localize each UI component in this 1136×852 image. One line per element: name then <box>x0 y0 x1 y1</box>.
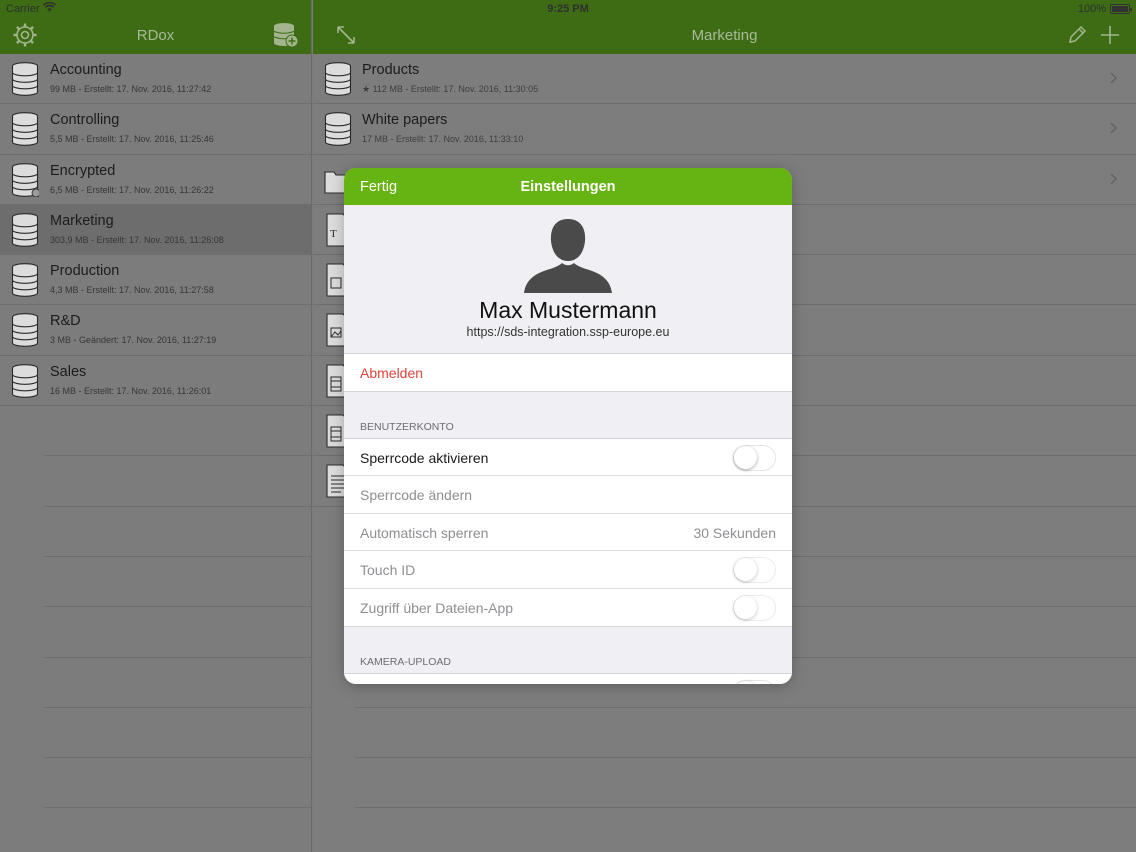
item-row-products[interactable]: Products ★ 112 MB - Erstellt: 17. Nov. 2… <box>313 54 1136 105</box>
touch-id-toggle[interactable] <box>733 557 776 584</box>
files-app-toggle[interactable] <box>733 594 776 621</box>
battery-percentage: 100% <box>1077 3 1106 15</box>
section-spacer <box>344 626 792 654</box>
room-name: Controlling <box>50 112 120 129</box>
passcode-change-row[interactable]: Sperrcode ändern <box>344 476 792 514</box>
server-url: https://sds-integration.ssp-europe.eu <box>466 325 670 339</box>
settings-navbar: Fertig Einstellungen <box>344 168 792 205</box>
database-icon <box>11 263 39 298</box>
database-icon <box>11 62 39 96</box>
database-icon <box>11 313 39 348</box>
room-meta: 5,5 MB - Erstellt: 17. Nov. 2016, 11:25:… <box>50 134 214 145</box>
database-icon <box>324 62 352 96</box>
auto-lock-row[interactable]: Automatisch sperren 30 Sekunden <box>344 513 792 552</box>
clock: 9:25 PM <box>547 3 589 15</box>
chevron-right-icon <box>1110 173 1117 185</box>
status-bar: Carrier 9:25 PM 100% <box>0 0 1136 18</box>
room-name: R&D <box>50 313 81 330</box>
svg-text:T: T <box>330 228 337 240</box>
room-meta: 3 MB - Geändert: 17. Nov. 2016, 11:27:19 <box>50 335 217 346</box>
encrypted-database-icon <box>11 162 39 197</box>
list-separator <box>44 708 311 759</box>
room-name: Production <box>50 263 120 280</box>
list-separator <box>44 758 311 809</box>
room-row-production[interactable]: Production 4,3 MB - Erstellt: 17. Nov. 2… <box>0 255 311 306</box>
room-row-marketing[interactable]: Marketing 303,9 MB - Erstellt: 17. Nov. … <box>0 204 311 256</box>
rooms-list: Accounting 99 MB - Erstellt: 17. Nov. 20… <box>0 54 311 809</box>
passcode-enable-row: Sperrcode aktivieren <box>344 438 792 477</box>
room-row-sales[interactable]: Sales 16 MB - Erstellt: 17. Nov. 2016, 1… <box>0 356 311 407</box>
passcode-change-label: Sperrcode ändern <box>360 487 473 504</box>
room-name: Encrypted <box>50 162 116 179</box>
user-name: Max Mustermann <box>479 297 657 323</box>
chevron-right-icon <box>1110 122 1117 134</box>
room-meta: 303,9 MB - Erstellt: 17. Nov. 2016, 11:2… <box>50 234 224 245</box>
touch-id-label: Touch ID <box>360 562 416 579</box>
room-meta: 99 MB - Erstellt: 17. Nov. 2016, 11:27:4… <box>50 84 212 94</box>
files-app-label: Zugriff über Dateien-App <box>360 599 514 616</box>
logout-label: Abmelden <box>360 365 424 381</box>
list-separator <box>44 557 311 608</box>
list-separator <box>44 406 311 457</box>
database-icon <box>11 213 39 247</box>
user-avatar-icon <box>524 219 612 293</box>
room-row-encrypted[interactable]: Encrypted 6,5 MB - Erstellt: 17. Nov. 20… <box>0 155 311 205</box>
list-separator <box>44 658 311 708</box>
list-separator <box>44 456 311 507</box>
account-section-title: BENUTZERKONTO <box>360 420 454 433</box>
chevron-right-icon <box>1110 72 1117 84</box>
files-app-row: Zugriff über Dateien-App <box>344 588 792 627</box>
room-row-accounting[interactable]: Accounting 99 MB - Erstellt: 17. Nov. 20… <box>0 54 311 105</box>
camera-upload-toggle[interactable] <box>733 679 776 684</box>
list-separator <box>44 507 311 557</box>
passcode-enable-toggle[interactable] <box>733 444 776 471</box>
list-separator <box>44 607 311 658</box>
account-section-header: BENUTZERKONTO <box>344 418 792 439</box>
touch-id-row: Touch ID <box>344 551 792 589</box>
database-icon <box>11 363 39 398</box>
auto-lock-value: 30 Sekunden <box>693 524 776 541</box>
settings-modal: Fertig Einstellungen Max Mustermann http… <box>344 168 792 684</box>
camera-section-title: KAMERA-UPLOAD <box>360 655 452 668</box>
room-meta: 4,3 MB - Erstellt: 17. Nov. 2016, 11:27:… <box>50 285 214 296</box>
room-row-controlling[interactable]: Controlling 5,5 MB - Erstellt: 17. Nov. … <box>0 104 311 155</box>
pencil-icon[interactable] <box>1066 24 1088 46</box>
battery-icon <box>1110 4 1132 14</box>
item-name: Products <box>362 62 420 78</box>
profile-header: Max Mustermann https://sds-integration.s… <box>344 205 792 354</box>
section-spacer <box>344 391 792 419</box>
room-meta: 16 MB - Erstellt: 17. Nov. 2016, 11:26:0… <box>50 385 212 396</box>
camera-upload-row <box>344 673 792 684</box>
list-separator <box>355 758 1136 809</box>
passcode-enable-label: Sperrcode aktivieren <box>360 449 489 466</box>
auto-lock-label: Automatisch sperren <box>360 524 489 541</box>
add-database-icon[interactable] <box>272 21 300 49</box>
plus-icon[interactable] <box>1099 24 1121 46</box>
database-icon <box>324 112 352 147</box>
item-row-white-papers[interactable]: White papers 17 MB - Erstellt: 17. Nov. … <box>313 104 1136 155</box>
room-name: Marketing <box>50 212 114 229</box>
camera-section-header: KAMERA-UPLOAD <box>344 653 792 674</box>
item-meta: ★ 112 MB - Erstellt: 17. Nov. 2016, 11:3… <box>362 84 539 94</box>
room-name: Sales <box>50 363 87 380</box>
room-name: Accounting <box>50 62 122 78</box>
item-name: White papers <box>362 112 448 129</box>
database-icon <box>11 112 39 147</box>
logout-button[interactable]: Abmelden <box>344 354 792 392</box>
content-title: Marketing <box>691 27 758 44</box>
room-row-rnd[interactable]: R&D 3 MB - Geändert: 17. Nov. 2016, 11:2… <box>0 305 311 356</box>
rooms-pane: RDox Accounting 99 MB - Erstellt: 17. No… <box>0 0 312 852</box>
list-separator <box>355 708 1136 759</box>
rooms-title: RDox <box>136 27 175 44</box>
room-meta: 6,5 MB - Erstellt: 17. Nov. 2016, 11:26:… <box>50 184 214 195</box>
settings-title: Einstellungen <box>520 179 616 195</box>
item-meta: 17 MB - Erstellt: 17. Nov. 2016, 11:33:1… <box>362 134 524 145</box>
